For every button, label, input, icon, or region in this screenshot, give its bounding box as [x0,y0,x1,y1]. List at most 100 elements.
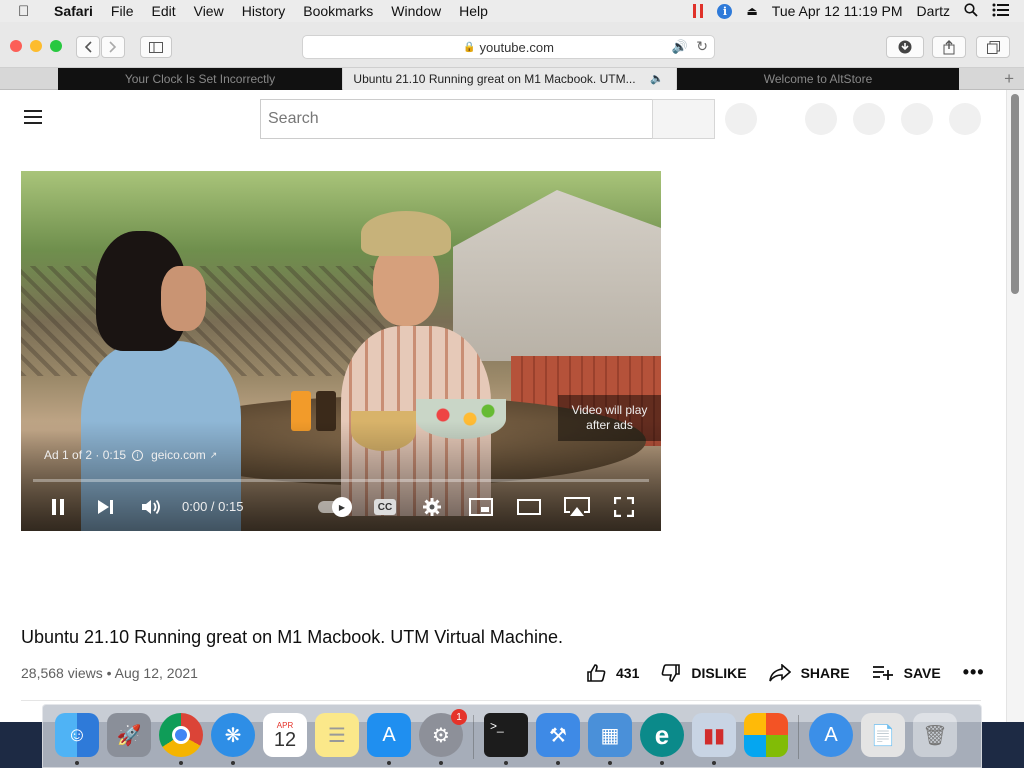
parallels-icon[interactable]: ▮▮ [692,713,736,765]
tab-ubuntu-video[interactable]: Ubuntu 21.10 Running great on M1 Macbook… [343,68,676,90]
guide-menu-icon[interactable] [24,110,42,124]
notification-center-icon[interactable] [992,3,1010,20]
theater-mode-button[interactable] [516,496,542,518]
notifications-placeholder[interactable] [901,103,933,135]
tab-bar: Your Clock Is Set Incorrectly Ubuntu 21.… [0,68,1024,90]
windows-vm-icon[interactable] [744,713,788,757]
info-icon[interactable]: i [717,3,733,19]
menu-view[interactable]: View [194,3,224,19]
save-button[interactable]: SAVE [872,665,941,681]
share-button[interactable] [932,36,966,58]
eset-icon[interactable]: e [640,713,684,765]
subtitles-button[interactable]: CC [374,499,396,515]
search-input[interactable]: Search [260,99,653,139]
forward-button[interactable] [101,36,125,58]
safari-window: 🔒 youtube.com 🔊 ↻ Your Clock Is Set Inco… [0,22,1024,722]
chrome-icon[interactable] [159,713,203,765]
simulator-icon[interactable]: ▦ [588,713,632,765]
thumbs-down-icon [661,663,681,682]
tab-audio-icon[interactable]: 🔊 [672,39,688,55]
tab-clock[interactable]: Your Clock Is Set Incorrectly [58,68,342,90]
trash-icon[interactable]: 🗑 [913,713,957,757]
menu-window[interactable]: Window [391,3,441,19]
page-scrollbar[interactable] [1006,90,1024,722]
dislike-button[interactable]: DISLIKE [661,663,747,683]
autoplay-toggle[interactable]: ▶ [318,497,352,517]
tab-altstore[interactable]: Welcome to AltStore [677,68,959,90]
close-window-button[interactable] [10,40,22,52]
reload-icon[interactable]: ↻ [696,38,708,55]
like-button[interactable]: 431 [586,663,639,683]
play-icon: ▶ [332,497,352,517]
dislike-label: DISLIKE [691,664,747,681]
divider [21,700,981,701]
address-text: youtube.com [479,39,554,55]
ad-domain-link[interactable]: geico.com [151,448,206,462]
address-bar[interactable]: 🔒 youtube.com 🔊 ↻ [302,35,715,59]
menu-bookmarks[interactable]: Bookmarks [303,3,373,19]
pause-icon [52,499,64,515]
menu-app-safari[interactable]: Safari [54,3,93,19]
volume-button[interactable] [141,496,163,518]
ad-info-icon[interactable]: i [132,449,144,461]
xcode-icon[interactable]: ⚒ [536,713,580,765]
share-video-button[interactable]: SHARE [768,663,850,682]
menu-extras: i ⏏ Tue Apr 12 11:19 PM Dartz [693,0,1024,22]
minimize-window-button[interactable] [30,40,42,52]
menu-edit[interactable]: Edit [151,3,175,19]
thumbs-up-icon [587,663,606,682]
download-icon [898,40,912,54]
gear-icon [423,498,441,516]
menu-user[interactable]: Dartz [917,3,950,19]
video-player[interactable]: Video will play after ads Ad 1 of 2 · 0:… [21,171,661,531]
miniplayer-button[interactable] [468,496,494,518]
video-actions: 431 DISLIKE SHARE SAVE ••• [586,662,985,683]
airplay-icon [564,497,590,516]
downloads-button[interactable] [886,36,924,58]
scrollbar-thumb[interactable] [1011,94,1019,294]
sidebar-toggle-button[interactable] [140,36,172,58]
avatar-placeholder[interactable] [949,103,981,135]
menu-clock[interactable]: Tue Apr 12 11:19 PM [772,3,903,19]
zoom-window-button[interactable] [50,40,62,52]
video-title: Ubuntu 21.10 Running great on M1 Macbook… [21,627,563,647]
app-store-icon[interactable]: A [367,713,411,765]
tab-speaker-icon[interactable]: 🔈 [650,72,664,85]
tab-title: Welcome to AltStore [763,72,873,86]
more-actions-icon[interactable]: ••• [963,662,985,683]
safari-icon[interactable]: ❋ [211,713,255,765]
new-tab-icon[interactable]: + [1004,69,1014,89]
notes-icon[interactable]: ☰ [315,713,359,757]
apple-menu-icon[interactable]:  [18,3,40,20]
voice-search-placeholder[interactable] [725,103,757,135]
search-button[interactable] [652,99,715,139]
apps-placeholder[interactable] [853,103,885,135]
document-icon[interactable]: 📄 [861,713,905,757]
spotlight-search-icon[interactable] [964,2,978,20]
ad-progress-bar[interactable] [33,479,649,482]
menu-history[interactable]: History [242,3,286,19]
fullscreen-button[interactable] [613,496,635,518]
launchpad-icon[interactable]: 🚀 [107,713,151,757]
pause-button[interactable] [48,496,68,518]
calendar-icon[interactable]: APR 12 [263,713,307,757]
eject-icon[interactable]: ⏏ [746,4,757,18]
safari-toolbar: 🔒 youtube.com 🔊 ↻ [0,22,1024,68]
parallels-pause-icon[interactable] [693,4,704,18]
share-icon [943,39,955,54]
finder-icon[interactable]: ☺ [55,713,99,765]
create-placeholder[interactable] [805,103,837,135]
menu-help[interactable]: Help [459,3,488,19]
altstore-icon[interactable]: A [809,713,853,757]
airplay-button[interactable] [563,496,591,518]
tab-title: Your Clock Is Set Incorrectly [124,72,276,86]
tab-overview-button[interactable] [976,36,1010,58]
terminal-icon[interactable]: >_ [484,713,528,765]
system-preferences-icon[interactable]: ⚙ 1 [419,709,467,765]
menu-file[interactable]: File [111,3,134,19]
back-button[interactable] [76,36,100,58]
next-button[interactable] [95,496,115,518]
settings-button[interactable] [421,496,443,518]
sidebar-icon [149,41,163,53]
like-count: 431 [616,664,640,681]
